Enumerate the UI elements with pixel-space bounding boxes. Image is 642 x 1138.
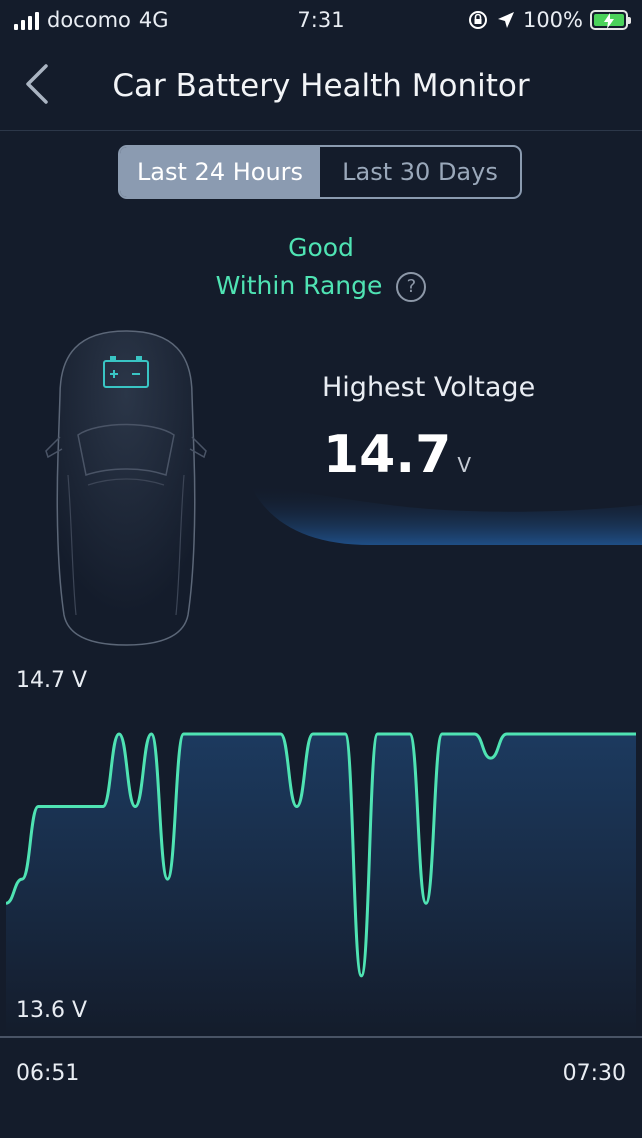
battery-percent: 100% [522, 8, 583, 32]
page-title: Car Battery Health Monitor [112, 68, 530, 104]
x-axis-end-label: 07:30 [562, 1061, 626, 1086]
highest-voltage-readout: 14.7 V [323, 425, 471, 485]
y-axis-max-label: 14.7 V [16, 668, 88, 693]
battery-condition: Good [288, 233, 354, 262]
highest-voltage-value: 14.7 [323, 425, 452, 485]
battery-status-line: Within Range? [0, 271, 642, 302]
voltage-line-chart [0, 732, 642, 1038]
x-axis-start-label: 06:51 [16, 1061, 80, 1086]
chart-area-fill [6, 734, 636, 1037]
highest-voltage-label: Highest Voltage [322, 372, 536, 403]
highest-voltage-unit: V [457, 453, 471, 477]
time-range-segmented-control: Last 24 Hours Last 30 Days [118, 145, 522, 199]
battery-icon [590, 10, 631, 30]
car-illustration [45, 330, 207, 646]
location-arrow-icon [497, 12, 514, 28]
rotation-lock-icon [468, 11, 487, 29]
y-axis-min-label: 13.6 V [16, 998, 88, 1023]
battery-status-detail: Within Range [215, 271, 383, 300]
status-bar: docomo 4G 7:31 100% [0, 0, 642, 44]
decorative-glow [250, 485, 642, 545]
tab-last-30-days[interactable]: Last 30 Days [320, 147, 520, 197]
nav-bar: Car Battery Health Monitor [0, 50, 642, 131]
tab-last-24-hours[interactable]: Last 24 Hours [120, 147, 320, 197]
help-icon[interactable]: ? [396, 272, 427, 302]
